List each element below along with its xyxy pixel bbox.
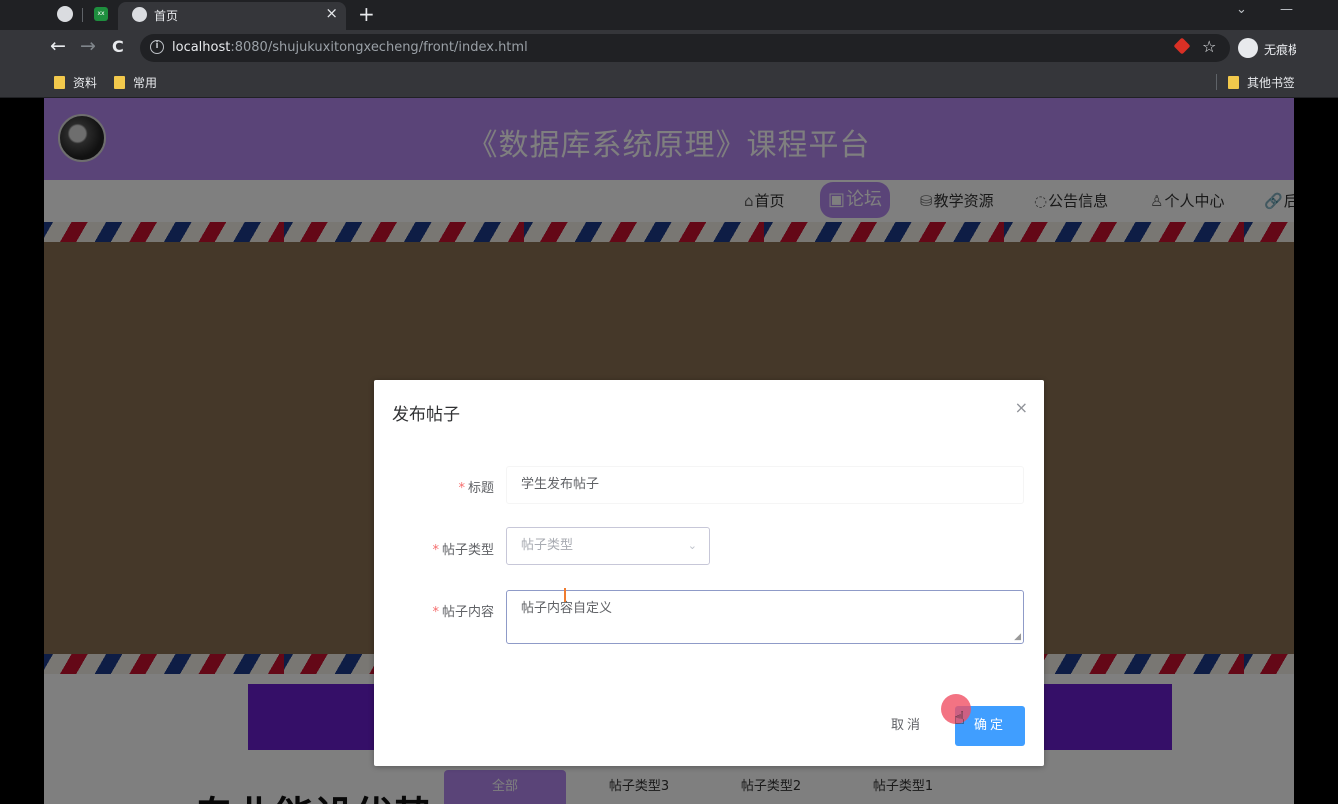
url-text[interactable]: localhost:8080/shujukuxitongxecheng/fron… — [172, 40, 528, 55]
folder-icon — [54, 76, 65, 89]
bookmark-folder[interactable]: 常用 — [114, 74, 157, 91]
type-select[interactable]: 帖子类型 ⌄ — [506, 527, 710, 565]
tab-divider — [82, 8, 83, 22]
text-caret — [564, 588, 566, 602]
cancel-button[interactable]: 取消 — [866, 706, 948, 746]
extension-tab-icon[interactable]: xx — [94, 7, 108, 21]
folder-icon — [114, 76, 125, 89]
incognito-avatar-icon[interactable] — [1238, 38, 1258, 58]
globe-icon[interactable] — [57, 6, 73, 22]
chevron-down-icon: ⌄ — [687, 539, 697, 552]
post-dialog: 发布帖子 × * 标题 学生发布帖子 * 帖子类型 帖子类型 ⌄ * 帖子内容 帖子内… — [374, 380, 1044, 766]
close-icon[interactable]: × — [1015, 398, 1028, 417]
type-label: * 帖子类型 — [432, 543, 494, 558]
browser-tab-active[interactable]: 首页 × — [118, 2, 346, 30]
tab-title: 首页 — [154, 9, 179, 23]
minimize-button[interactable]: — — [1280, 2, 1293, 17]
browser-tab-bar: xx 首页 × + ⌄ — — [0, 0, 1338, 30]
bookmarks-bar: 资料 常用 其他书签 — [0, 66, 1338, 98]
back-button[interactable]: ← — [50, 35, 66, 57]
bookmark-folder[interactable]: 资料 — [54, 74, 97, 91]
close-tab-icon[interactable]: × — [325, 4, 338, 22]
address-bar[interactable]: i localhost:8080/shujukuxitongxecheng/fr… — [140, 34, 1230, 62]
bookmark-star-icon[interactable]: ☆ — [1202, 37, 1216, 56]
reload-button[interactable]: C — [112, 37, 124, 56]
content-textarea[interactable]: 帖子内容自定义 ◢ — [506, 590, 1024, 644]
title-label: * 标题 — [458, 481, 494, 496]
profile-label[interactable]: 无痕模式 — [1264, 41, 1296, 58]
resize-handle-icon[interactable]: ◢ — [1014, 632, 1021, 642]
bookmark-divider — [1216, 74, 1217, 90]
browser-toolbar: ← → C i localhost:8080/shujukuxitongxech… — [0, 30, 1338, 66]
new-tab-button[interactable]: + — [358, 2, 375, 26]
dialog-title: 发布帖子 — [392, 405, 460, 425]
folder-icon — [1228, 76, 1239, 89]
other-bookmarks[interactable]: 其他书签 — [1228, 74, 1294, 91]
screen-border — [0, 98, 44, 804]
title-input[interactable]: 学生发布帖子 — [506, 466, 1024, 504]
site-info-icon[interactable]: i — [150, 40, 164, 54]
tab-search-icon[interactable]: ⌄ — [1236, 2, 1247, 17]
hand-cursor-icon: ☝ — [954, 708, 965, 729]
forward-button[interactable]: → — [80, 35, 96, 57]
content-label: * 帖子内容 — [432, 605, 494, 620]
globe-icon — [132, 7, 147, 22]
screen-border — [1294, 98, 1338, 804]
